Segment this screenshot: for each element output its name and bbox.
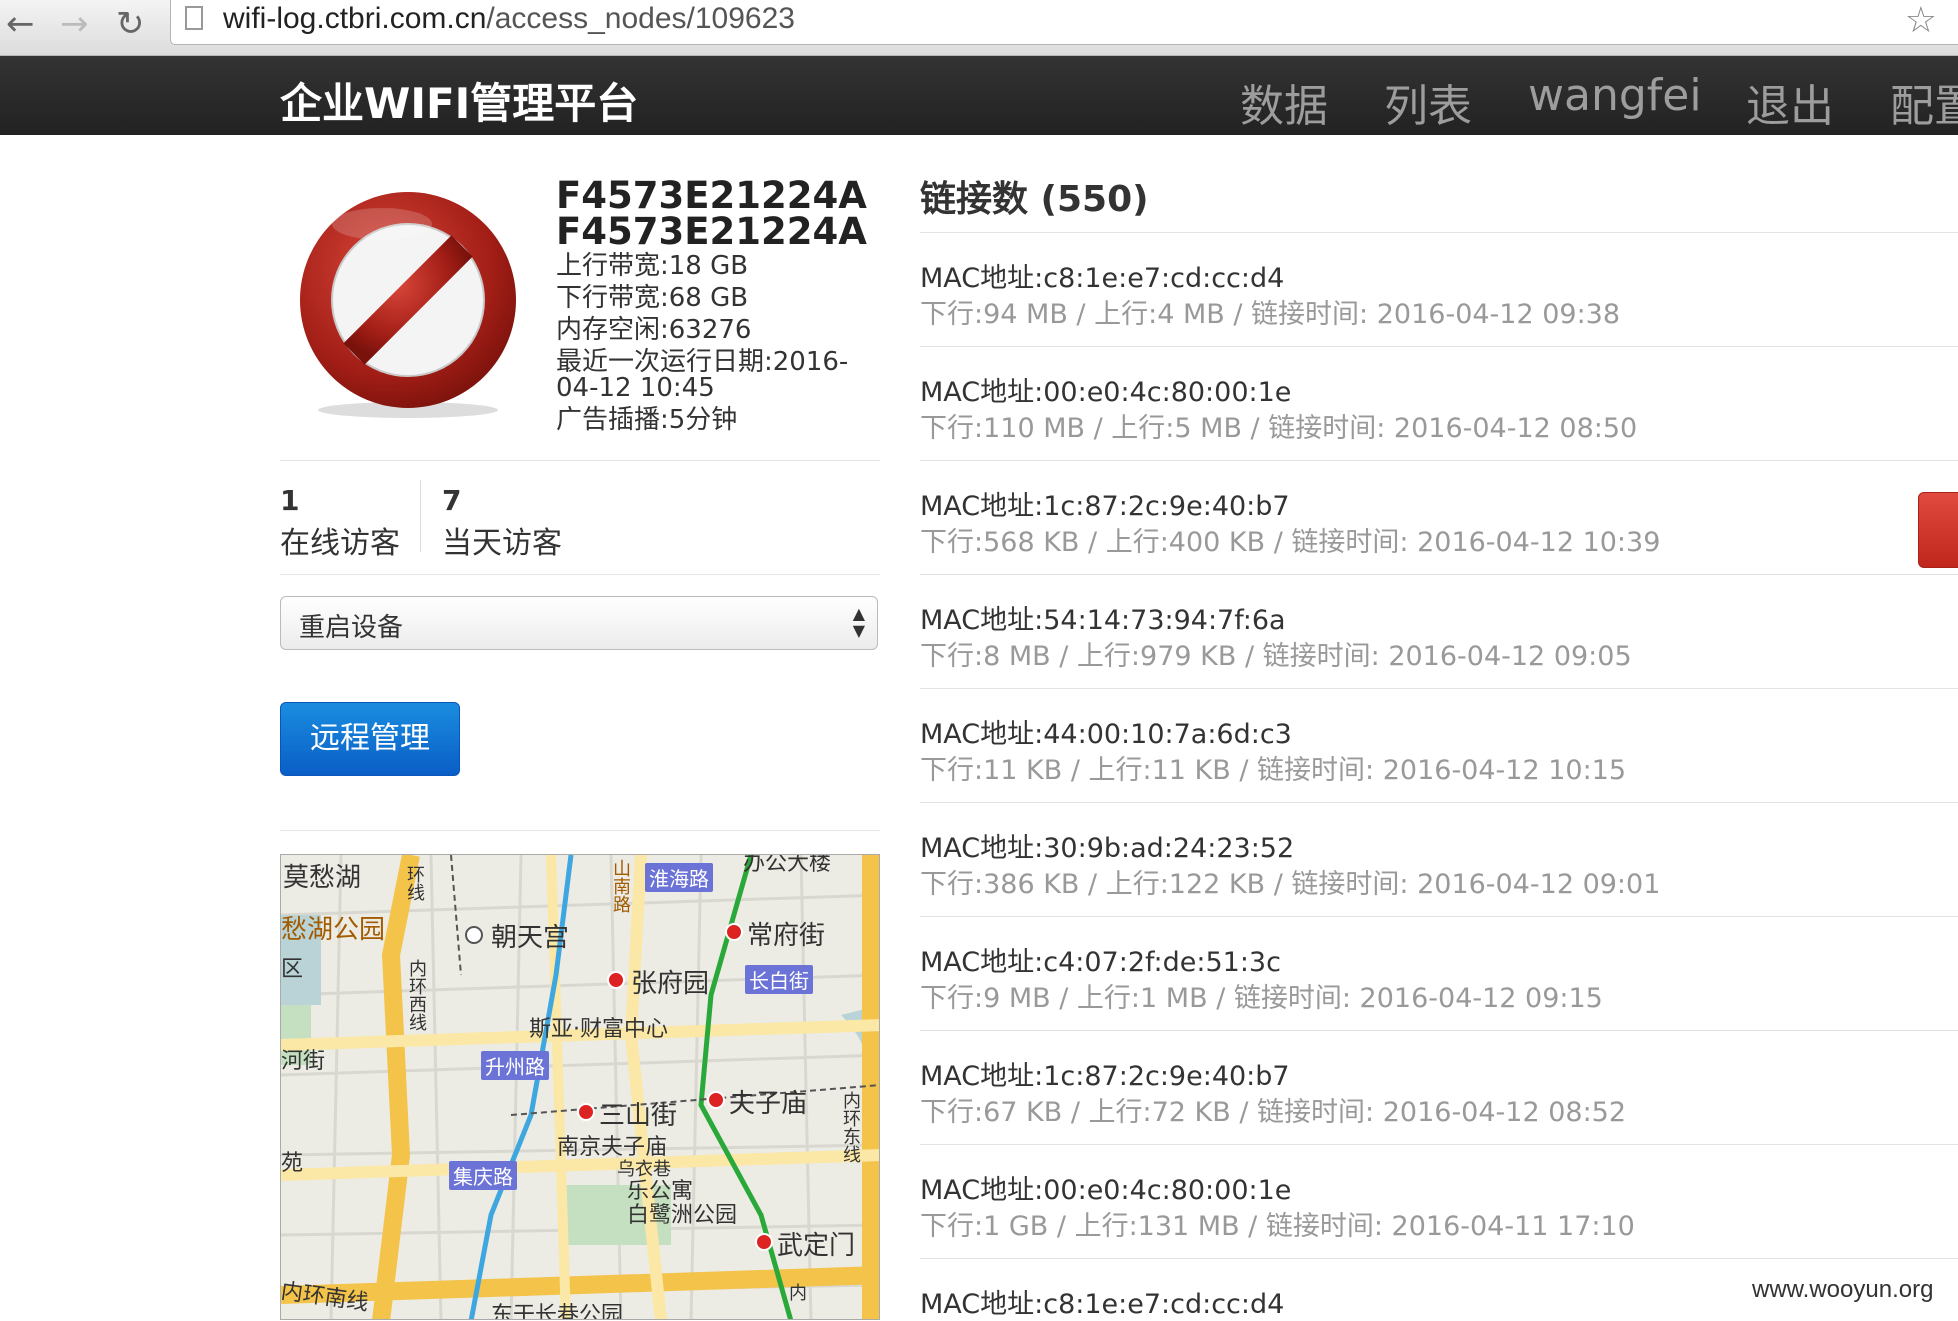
- subway-icon: [755, 1233, 773, 1251]
- connection-detail: 下行:8 MB / 上行:979 KB / 链接时间: 2016-04-12 0…: [920, 641, 1632, 672]
- nav-item-list[interactable]: 列表: [1384, 70, 1472, 134]
- divider: [920, 802, 1958, 803]
- map-road-tag: 淮海路: [645, 863, 713, 892]
- connection-mac[interactable]: MAC地址:c8:1e:e7:cd:cc:d4: [920, 1282, 1284, 1321]
- page-icon: [185, 6, 203, 30]
- subway-icon: [577, 1103, 595, 1121]
- today-visitors-count: 7: [442, 484, 462, 517]
- connection-detail: 下行:11 KB / 上行:11 KB / 链接时间: 2016-04-12 1…: [920, 755, 1627, 786]
- map-label: 常府街: [747, 921, 826, 951]
- divider: [920, 1144, 1958, 1145]
- ad-broadcast: 广告插播:5分钟: [556, 405, 738, 435]
- brand-title[interactable]: 企业WIFI管理平台: [280, 70, 638, 131]
- watermark: www.wooyun.org: [1752, 1276, 1934, 1303]
- divider: [280, 574, 880, 575]
- divider: [280, 460, 880, 461]
- map-label: 朝天宫: [491, 923, 570, 953]
- connection-detail: 下行:110 MB / 上行:5 MB / 链接时间: 2016-04-12 0…: [920, 413, 1638, 444]
- download-bandwidth: 下行带宽:68 GB: [556, 283, 749, 313]
- nav-item-logout[interactable]: 退出: [1746, 70, 1834, 134]
- subway-icon: [725, 923, 743, 941]
- map-label: 夫子庙: [729, 1089, 808, 1119]
- map-label: 河街: [281, 1049, 326, 1074]
- map-label: 白鹭洲公园: [627, 1203, 738, 1228]
- divider: [920, 1030, 1958, 1031]
- connection-mac[interactable]: MAC地址:30:9b:ad:24:23:52: [920, 826, 1294, 865]
- subway-icon: [707, 1091, 725, 1109]
- browser-toolbar: ← → ↻ wifi-log.ctbri.com.cn/access_nodes…: [0, 0, 1958, 56]
- divider: [920, 346, 1958, 347]
- connection-mac[interactable]: MAC地址:1c:87:2c:9e:40:b7: [920, 484, 1290, 523]
- select-arrows-icon: ▲ ▼: [852, 604, 865, 640]
- upload-bandwidth: 上行带宽:18 GB: [556, 251, 749, 281]
- connection-detail: 下行:67 KB / 上行:72 KB / 链接时间: 2016-04-12 0…: [920, 1097, 1627, 1128]
- connection-mac[interactable]: MAC地址:c8:1e:e7:cd:cc:d4: [920, 256, 1284, 295]
- divider: [920, 1258, 1958, 1259]
- map-label: 东干长巷公园: [491, 1303, 624, 1320]
- map-label: 环线: [404, 865, 425, 901]
- connection-mac[interactable]: MAC地址:44:00:10:7a:6d:c3: [920, 712, 1292, 751]
- bookmark-star-icon[interactable]: ☆: [1905, 0, 1937, 41]
- connection-mac[interactable]: MAC地址:1c:87:2c:9e:40:b7: [920, 1054, 1290, 1093]
- connection-detail: 下行:568 KB / 上行:400 KB / 链接时间: 2016-04-12…: [920, 527, 1661, 558]
- map-label: 区: [281, 957, 304, 982]
- back-arrow-icon[interactable]: ←: [6, 4, 35, 44]
- forward-arrow-icon[interactable]: →: [60, 4, 89, 44]
- connection-detail: 下行:386 KB / 上行:122 KB / 链接时间: 2016-04-12…: [920, 869, 1661, 900]
- online-visitors-label: 在线访客: [280, 526, 400, 561]
- map-label: 武定门: [777, 1231, 856, 1261]
- device-action-select[interactable]: 重启设备 ▲ ▼: [280, 596, 878, 650]
- top-navbar: 企业WIFI管理平台 数据 列表 wangfei 退出 配置: [0, 56, 1958, 135]
- connection-detail: 下行:9 MB / 上行:1 MB / 链接时间: 2016-04-12 09:…: [920, 983, 1603, 1014]
- online-visitors-count: 1: [280, 484, 300, 517]
- delete-button[interactable]: [1918, 492, 1958, 568]
- connection-detail: 下行:94 MB / 上行:4 MB / 链接时间: 2016-04-12 09…: [920, 299, 1621, 330]
- connection-mac[interactable]: MAC地址:54:14:73:94:7f:6a: [920, 598, 1286, 637]
- connection-detail: 下行:1 GB / 上行:131 MB / 链接时间: 2016-04-11 1…: [920, 1211, 1635, 1242]
- reload-icon[interactable]: ↻: [116, 4, 145, 44]
- map-label: 内环西线: [406, 959, 427, 1031]
- memory-free: 内存空闲:63276: [556, 315, 752, 345]
- connection-mac[interactable]: MAC地址:00:e0:4c:80:00:1e: [920, 370, 1291, 409]
- divider: [920, 574, 1958, 575]
- divider: [280, 830, 880, 831]
- divider: [920, 232, 1958, 233]
- subway-icon: [607, 971, 625, 989]
- device-action-value: 重启设备: [299, 613, 404, 643]
- address-bar[interactable]: wifi-log.ctbri.com.cn/access_nodes/10962…: [170, 0, 1958, 45]
- blocked-icon: [300, 192, 516, 418]
- today-visitors-label: 当天访客: [442, 526, 562, 561]
- map-road-tag: 集庆路: [449, 1161, 517, 1190]
- divider: [920, 688, 1958, 689]
- map-label: 斯亚·财富中心: [529, 1017, 668, 1042]
- connection-mac[interactable]: MAC地址:c4:07:2f:de:51:3c: [920, 940, 1281, 979]
- stat-divider: [420, 480, 421, 552]
- url-text: wifi-log.ctbri.com.cn/access_nodes/10962…: [223, 2, 795, 35]
- map-label: 办公大楼: [743, 854, 832, 876]
- map-label: 苑: [281, 1151, 304, 1176]
- nav-item-user[interactable]: wangfei: [1528, 70, 1702, 121]
- map-label: 张府园: [631, 969, 710, 999]
- map-label: 愁湖公园: [281, 915, 386, 945]
- map-label: 山南路: [610, 859, 631, 913]
- map-label: 内环东线: [840, 1091, 861, 1163]
- divider: [920, 916, 1958, 917]
- map-label: 内: [789, 1283, 807, 1304]
- map-label: 三山街: [599, 1101, 678, 1131]
- divider: [920, 460, 1958, 461]
- map-road-tag: 长白街: [745, 965, 813, 994]
- last-run-date-line2: 04-12 10:45: [556, 373, 715, 403]
- node-id-secondary: F4573E21224A: [556, 210, 867, 253]
- nav-item-data[interactable]: 数据: [1240, 70, 1328, 134]
- location-map[interactable]: 莫愁湖 愁湖公园 区 河街 苑 环线 内环西线 朝天宫 山南路 淮海路 办公大楼…: [280, 854, 880, 1320]
- connections-title: 链接数 (550): [920, 179, 1149, 220]
- remote-manage-button[interactable]: 远程管理: [280, 702, 460, 776]
- map-label: 莫愁湖: [283, 863, 362, 893]
- connection-mac[interactable]: MAC地址:00:e0:4c:80:00:1e: [920, 1168, 1291, 1207]
- nav-item-config[interactable]: 配置: [1890, 70, 1958, 134]
- map-road-tag: 升州路: [481, 1051, 549, 1080]
